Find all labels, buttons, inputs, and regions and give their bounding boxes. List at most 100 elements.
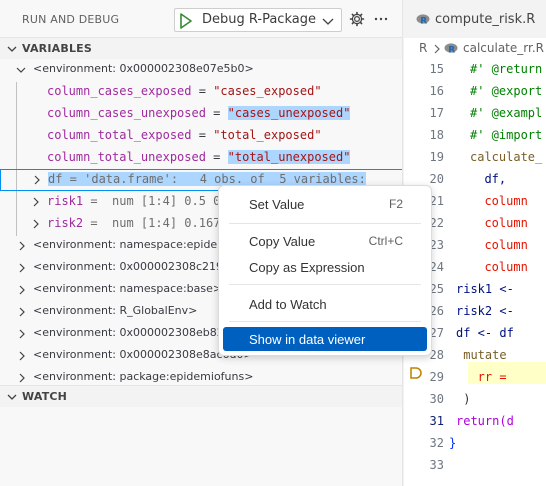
code-line[interactable]: 30 ): [404, 389, 546, 411]
menu-separator: [229, 321, 421, 322]
variable-text: column_total_unexposed = "total_unexpose…: [47, 150, 351, 164]
code-line[interactable]: 32}: [404, 433, 546, 455]
chevron-right-icon: [34, 175, 40, 185]
chevron-right-icon: [19, 241, 25, 251]
code-line[interactable]: 16 #' @export: [404, 81, 546, 103]
chevron-right-icon: [19, 307, 25, 317]
menu-item-show-in-data-viewer[interactable]: Show in data viewer: [223, 327, 427, 351]
variable-name: risk2: [47, 216, 84, 230]
environment-label: <environment: namespace:base>: [33, 282, 223, 295]
environment-label: <environment: 0x000002308c21918: [33, 260, 238, 273]
line-number: 29: [429, 370, 444, 384]
editor-tab-bar: R compute_risk.R: [404, 0, 546, 38]
code-line[interactable]: 15 #' @return: [404, 59, 546, 81]
breadcrumb: R R calculate_rr.R: [404, 38, 546, 60]
code-text: #' @import: [470, 128, 543, 142]
variable-value: "total_exposed": [213, 128, 322, 142]
df-variable-text: df = 'data.frame': 4 obs. of 5 variables…: [48, 172, 366, 186]
variable-value: "cases_exposed": [213, 84, 322, 98]
menu-item-shortcut: Ctrl+C: [368, 234, 403, 248]
line-number: 30: [429, 392, 444, 406]
menu-item-copy-value[interactable]: Copy Value Ctrl+C: [223, 229, 427, 253]
code-text: #' @return: [470, 62, 543, 76]
variable-text: risk2 = num [1:4] 0.167: [47, 216, 220, 230]
tab-label: compute_risk.R: [435, 12, 536, 27]
environment-label: <environment: R_GlobalEnv>: [33, 304, 198, 317]
menu-separator: [229, 284, 421, 285]
code-line[interactable]: 31 return(d: [404, 411, 546, 433]
chevron-right-icon: [19, 263, 25, 273]
code-text: mutate: [456, 348, 507, 362]
equals-sign: =: [191, 84, 214, 98]
code-text: ): [456, 392, 471, 406]
variable-text: column_total_exposed = "total_exposed": [47, 128, 322, 142]
environment-label: <environment: 0x000002308e07e5b0>: [33, 62, 254, 75]
variable-name: risk1: [47, 194, 84, 208]
start-debugging-icon[interactable]: [179, 13, 193, 29]
environment-label: <environment: 0x000002308eb82b2: [33, 326, 238, 339]
menu-item-set-value[interactable]: Set Value F2: [223, 192, 427, 216]
debug-toolbar: RUN AND DEBUG Debug R-Package: [0, 0, 402, 38]
variable-value: "total_unexposed": [227, 150, 351, 164]
menu-item-label: Copy as Expression: [249, 260, 365, 275]
equals-sign: =: [191, 128, 214, 142]
variable-name: column_cases_exposed: [47, 84, 192, 98]
breadcrumb-file[interactable]: calculate_rr.R: [463, 41, 544, 55]
gear-icon[interactable]: [349, 11, 365, 27]
line-number: 15: [429, 62, 444, 76]
variables-section-title: VARIABLES: [22, 42, 92, 55]
code-text: df,: [470, 172, 507, 186]
tab-compute-risk[interactable]: R compute_risk.R: [416, 12, 546, 28]
debug-config-label: Debug R-Package: [202, 12, 316, 27]
menu-separator: [229, 223, 421, 224]
line-number: 16: [429, 84, 444, 98]
variable-text: column_cases_exposed = "cases_exposed": [47, 84, 322, 98]
code-text: calculate_: [470, 150, 543, 164]
line-number: 19: [429, 150, 444, 164]
code-line[interactable]: 19 calculate_: [404, 147, 546, 169]
line-number: 33: [429, 458, 444, 472]
code-line[interactable]: 33: [404, 455, 546, 477]
variable-row[interactable]: column_total_unexposed = "total_unexpose…: [0, 147, 402, 169]
svg-text:R: R: [420, 17, 427, 27]
code-text: #' @export: [470, 84, 543, 98]
code-text: column: [470, 216, 528, 230]
environment-label: <environment: package:epidemiofuns>: [33, 370, 254, 383]
menu-item-add-to-watch[interactable]: Add to Watch: [223, 292, 427, 316]
code-line[interactable]: 18 #' @import: [404, 125, 546, 147]
chevron-down-icon: [322, 18, 334, 25]
line-number: 18: [429, 128, 444, 142]
variable-value: = num [1:4] 0.5 0: [83, 194, 221, 208]
variable-name: column_total_exposed: [47, 128, 192, 142]
chevron-right-icon: [19, 329, 25, 339]
code-text: }: [449, 436, 457, 450]
variable-row[interactable]: column_total_exposed = "total_exposed": [0, 125, 402, 147]
variable-name: column_cases_unexposed: [47, 106, 206, 120]
equals-sign: =: [205, 106, 228, 120]
line-number: 31: [429, 414, 444, 428]
debug-config-select[interactable]: Debug R-Package: [174, 8, 342, 32]
code-text: #' @exampl: [470, 106, 543, 120]
watch-section-header[interactable]: WATCH: [0, 385, 402, 407]
more-actions-icon[interactable]: [373, 10, 389, 26]
chevron-down-icon: [7, 394, 17, 400]
variable-row[interactable]: column_cases_exposed = "cases_exposed": [0, 81, 402, 103]
svg-text:R: R: [448, 46, 455, 56]
menu-item-label: Show in data viewer: [249, 332, 366, 347]
code-text: rr =: [456, 370, 507, 384]
equals-sign: =: [205, 150, 228, 164]
variable-row[interactable]: <environment: 0x000002308e07e5b0>: [0, 59, 402, 81]
code-text: column: [470, 194, 528, 208]
code-line[interactable]: 29 rr =: [404, 367, 546, 389]
menu-item-label: Copy Value: [249, 234, 316, 249]
variables-section-header[interactable]: VARIABLES: [0, 37, 402, 59]
chevron-right-icon: [33, 219, 39, 229]
chevron-right-icon: [434, 44, 440, 54]
code-text: df <- df: [456, 326, 514, 340]
code-line[interactable]: 17 #' @exampl: [404, 103, 546, 125]
menu-item-copy-as-expression[interactable]: Copy as Expression: [223, 255, 427, 279]
breadcrumb-folder[interactable]: R: [419, 41, 427, 55]
variable-row[interactable]: column_cases_unexposed = "cases_unexpose…: [0, 103, 402, 125]
variable-value: = num [1:4] 0.167: [83, 216, 221, 230]
code-text: risk2 <-: [456, 304, 514, 318]
